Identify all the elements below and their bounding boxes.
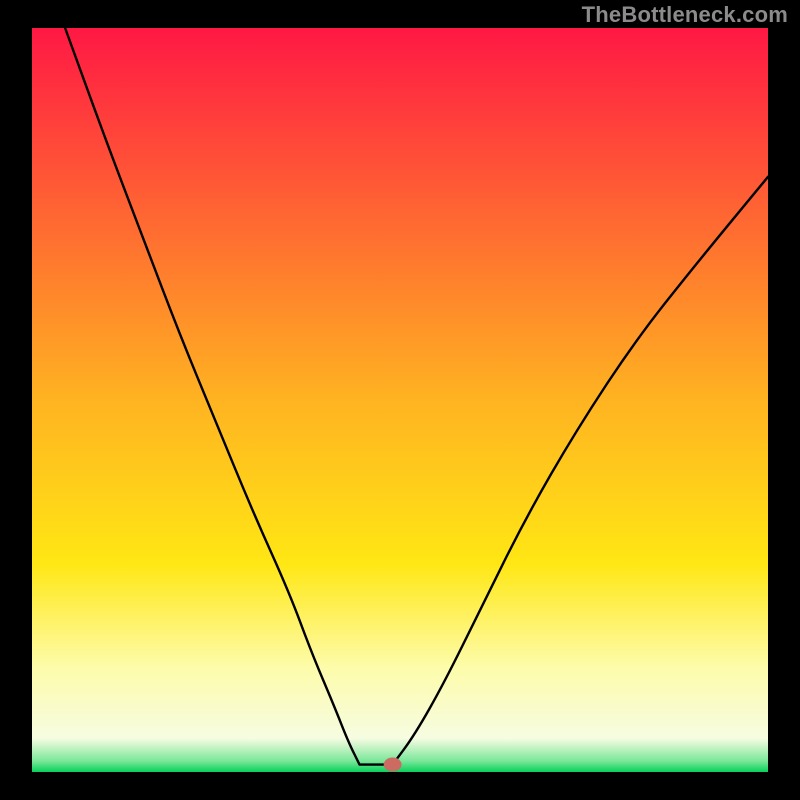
minimum-marker	[384, 758, 402, 772]
watermark-text: TheBottleneck.com	[582, 2, 788, 28]
plot-background	[32, 28, 768, 772]
chart-frame: TheBottleneck.com	[0, 0, 800, 800]
chart-svg	[0, 0, 800, 800]
